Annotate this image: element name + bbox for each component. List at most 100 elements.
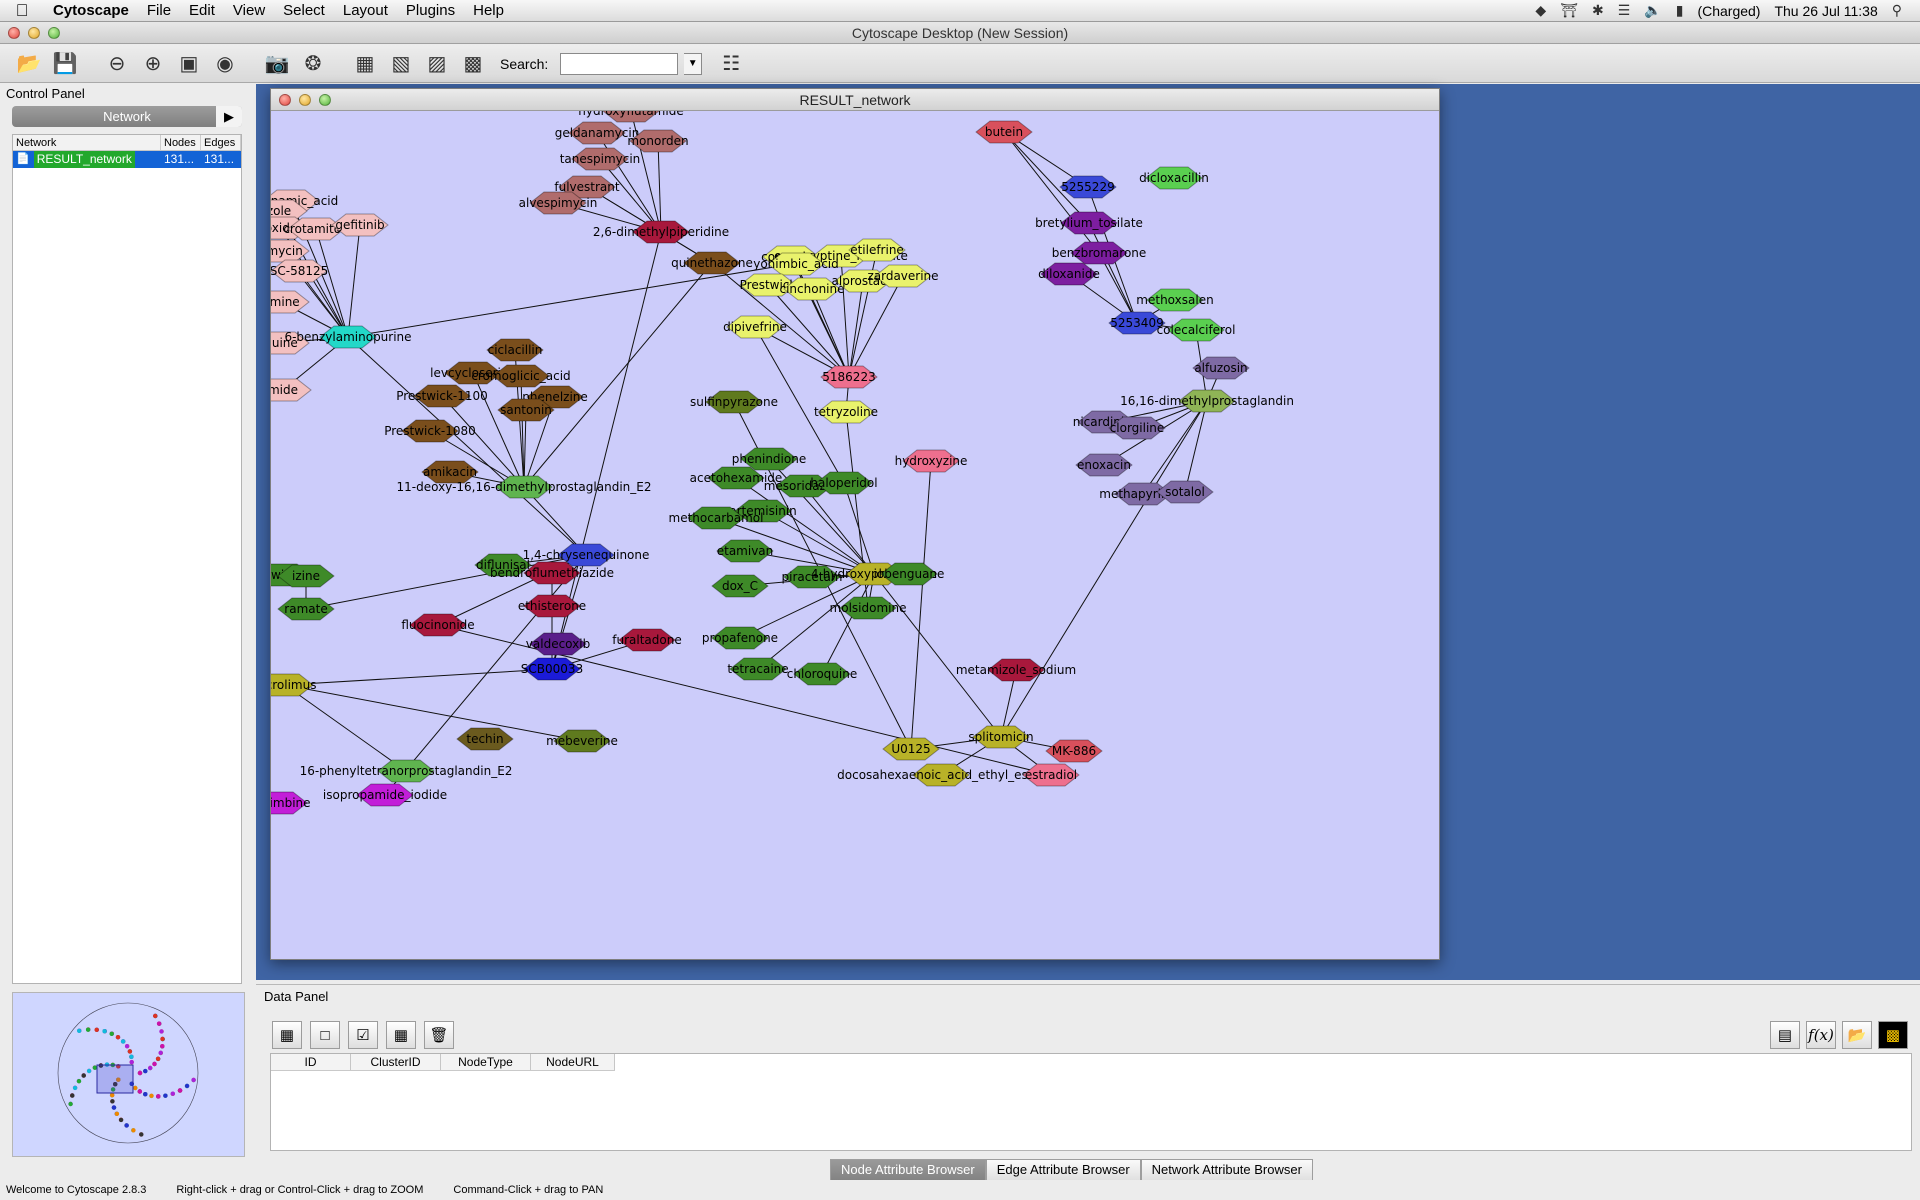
network-edge[interactable] [1184,400,1208,493]
network-node[interactable]: santonin [497,398,555,422]
network-node[interactable]: ciclacillin [486,338,544,362]
network-node[interactable]: MK-886 [1045,739,1103,763]
network-node[interactable]: ramate [277,597,335,621]
function-icon[interactable]: f(x) [1806,1021,1836,1049]
network-edge[interactable] [873,573,1002,738]
tab-network-attribute-browser[interactable]: Network Attribute Browser [1140,1159,1313,1181]
network-edge[interactable] [910,460,932,750]
network-node[interactable]: splitomicin [968,725,1034,749]
network-node[interactable]: valdecoxib [526,632,590,656]
menu-edit[interactable]: Edit [180,0,224,22]
unselect-all-icon[interactable]: ▦ [386,1021,416,1049]
network-node[interactable]: isopropamide_iodide [323,783,447,807]
network-node[interactable]: techin [456,727,514,751]
network-node[interactable]: tetryzoline [814,400,878,424]
network-node[interactable]: SCB00033 [521,657,583,681]
apple-icon[interactable]:  [0,1,44,21]
zoom-in-icon[interactable]: ⊕ [138,49,168,79]
menu-view[interactable]: View [224,0,274,22]
bluetooth-icon[interactable]: ✱ [1592,2,1604,19]
wifi-icon[interactable]: ☰ [1618,2,1631,19]
network-node[interactable]: 16,16-dimethylprostaglandin [1120,389,1294,413]
network-node[interactable]: amycin [271,239,310,263]
close-window-button[interactable] [8,27,20,39]
network-node[interactable]: 5186223 [820,365,878,389]
network-node[interactable]: bendroflumethiazide [490,561,614,585]
table-view-icon[interactable]: ▤ [1770,1021,1800,1049]
network-edge[interactable] [657,140,662,233]
search-input[interactable] [560,52,679,75]
menu-app[interactable]: Cytoscape [44,0,138,22]
new-network-icon[interactable]: ▦ [350,49,380,79]
network-node[interactable]: fluocinonide [401,613,475,637]
network-edge[interactable] [284,668,553,686]
network-node[interactable]: colecalciferol [1157,318,1236,342]
network-close-button[interactable] [279,94,291,106]
network-node[interactable]: SC-58125 [271,259,328,283]
network-node[interactable]: etamivan [716,539,774,563]
network-overview[interactable] [12,992,245,1157]
network-node[interactable]: dipivefrine [723,315,787,339]
network-node[interactable]: estradiol [1022,763,1080,787]
network-node[interactable]: 11-deoxy-16,16-dimethylprostaglandin_E2 [397,475,652,499]
zoom-out-icon[interactable]: ⊖ [102,49,132,79]
tab-node-attribute-browser[interactable]: Node Attribute Browser [830,1159,986,1181]
select-all-icon[interactable]: ☑ [348,1021,378,1049]
first-neighbors-icon[interactable]: ▧ [386,49,416,79]
network-node[interactable]: docosahexaenoic_acid_ethyl_ester [837,763,1045,787]
tab-edge-attribute-browser[interactable]: Edge Attribute Browser [985,1159,1141,1181]
network-node[interactable]: tacrolimus [271,673,316,697]
battery-icon[interactable]: ▮ [1676,2,1684,19]
save-icon[interactable]: 💾 [50,49,80,79]
network-node[interactable]: chloroquine [787,662,857,686]
network-edge[interactable] [843,482,875,575]
select-attributes-icon[interactable]: ▦ [272,1021,302,1049]
network-node[interactable]: yohimbine [271,791,311,815]
volume-icon[interactable]: 🔈 [1644,2,1661,19]
network-node[interactable]: U0125 [882,737,940,761]
delete-attribute-icon[interactable]: 🗑 [424,1021,454,1049]
network-node[interactable]: propafenone [702,626,778,650]
network-node[interactable]: butein [975,120,1033,144]
col-network[interactable]: Network [13,135,161,150]
col-nodes[interactable]: Nodes [161,135,201,150]
heatmap-icon[interactable]: ▩ [1878,1021,1908,1049]
zoom-window-button[interactable] [48,27,60,39]
network-edge[interactable] [347,224,361,338]
minimize-window-button[interactable] [28,27,40,39]
network-node[interactable]: Prestwick-1100 [396,384,488,408]
network-node[interactable]: mebeverine [546,729,618,753]
network-node[interactable]: benzbromarone [1052,241,1147,265]
network-edge[interactable] [811,288,850,378]
network-row[interactable]: 📄 RESULT_network 131... 131... [13,151,241,168]
open-folder-icon[interactable]: 📂 [14,49,44,79]
network-node[interactable]: tanespimycin [560,147,641,171]
search-dropdown-icon[interactable]: ▼ [684,52,703,75]
search-options-icon[interactable]: ☷ [716,49,746,79]
col-node-type[interactable]: NodeType [441,1054,531,1070]
vizmapper-icon[interactable]: ▩ [458,49,488,79]
network-node[interactable]: sulfinpyrazone [690,390,778,414]
dropbox-icon[interactable]: ◆ [1535,2,1546,19]
network-node[interactable]: 5255229 [1059,175,1117,199]
zoom-selected-icon[interactable]: ◉ [210,49,240,79]
network-node[interactable]: dicloxacillin [1139,166,1209,190]
network-node[interactable]: mide [271,378,312,402]
network-node[interactable]: amine [271,290,310,314]
network-edge[interactable] [284,684,583,742]
menu-plugins[interactable]: Plugins [397,0,464,22]
network-edge[interactable] [315,228,349,338]
battery-status[interactable]: (Charged) [1697,3,1760,19]
network-node[interactable]: hydroxyzine [895,449,968,473]
menu-select[interactable]: Select [274,0,334,22]
network-node[interactable]: enoxacin [1075,453,1133,477]
network-node[interactable]: bretylium_tosilate [1035,211,1143,235]
tab-network[interactable]: Network ▶ [12,106,242,127]
network-node[interactable]: monorden [627,129,689,153]
network-node[interactable]: quinethazone [671,251,753,275]
network-edge[interactable] [1142,400,1208,495]
clock[interactable]: Thu 26 Jul 11:38 [1774,3,1877,19]
network-node[interactable]: clorgiline [1108,416,1166,440]
menu-layout[interactable]: Layout [334,0,397,22]
col-id[interactable]: ID [271,1054,351,1070]
